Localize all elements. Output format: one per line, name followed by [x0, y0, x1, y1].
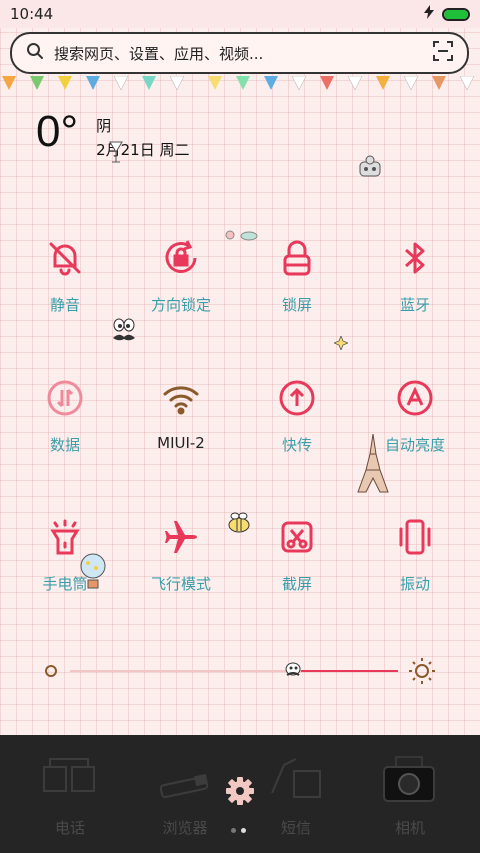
toggle-label: 方向锁定 [150, 296, 211, 314]
dock-messages[interactable]: 短信 [246, 753, 346, 838]
flashlight-icon [45, 517, 85, 557]
toggle-data[interactable]: 数据 [5, 378, 125, 478]
toggle-wifi[interactable]: MIUI-2 [121, 378, 241, 478]
browser-icon [159, 773, 209, 799]
clock: 10:44 [10, 5, 54, 23]
airplane-icon [161, 517, 201, 557]
dock-phone[interactable]: 电话 [20, 753, 120, 838]
toggle-label: 手电筒 [42, 575, 88, 593]
battery-fill [444, 9, 468, 19]
page-dot [231, 828, 236, 833]
phone-icon [43, 758, 95, 792]
slider-thumb [285, 662, 301, 676]
wifi-icon [161, 378, 201, 418]
brightness-low-icon [45, 665, 57, 677]
scan-icon[interactable] [433, 41, 453, 65]
vibrate-icon [395, 517, 435, 557]
toggle-screenshot[interactable]: 截屏 [237, 517, 357, 617]
page-indicator [231, 828, 246, 833]
toggle-rotation-lock[interactable]: 方向锁定 [121, 238, 241, 338]
toggle-lock[interactable]: 锁屏 [237, 238, 357, 338]
page-dot [241, 828, 246, 833]
auto-brightness-icon [395, 378, 435, 418]
messages-icon [271, 758, 321, 798]
glass-doodle-icon [109, 141, 123, 163]
toggle-label: 快传 [281, 436, 312, 454]
toggle-airplane[interactable]: 飞行模式 [121, 517, 241, 617]
search-placeholder: 搜索网页、设置、应用、视频... [54, 44, 264, 63]
status-bar: 10:44 [0, 0, 480, 28]
dock-camera[interactable]: 相机 [360, 753, 460, 838]
quick-transfer-icon [277, 378, 317, 418]
gear-icon[interactable] [224, 775, 256, 807]
toggle-label: 自动亮度 [384, 436, 445, 454]
weather-condition: 阴 [96, 117, 112, 135]
brightness-slider-graphic[interactable] [40, 656, 440, 686]
sparkle-doodle-icon [334, 336, 348, 350]
battery-icon [442, 7, 470, 21]
toggle-label: 数据 [49, 436, 80, 454]
robot-doodle-icon [359, 155, 381, 177]
toggle-quick-transfer[interactable]: 快传 [237, 378, 357, 478]
toggle-label: 静音 [49, 296, 80, 314]
toggle-flashlight[interactable]: 手电筒 [5, 517, 125, 617]
bunting-decoration [2, 76, 475, 91]
charging-icon [424, 5, 434, 23]
camera-icon [383, 756, 435, 802]
lock-icon [277, 238, 317, 278]
data-icon [45, 378, 85, 418]
toggle-label: 截屏 [281, 575, 312, 593]
bluetooth-icon [395, 238, 435, 278]
toggle-label: 锁屏 [281, 296, 312, 314]
dock-browser[interactable]: 浏览器 [135, 753, 235, 838]
screenshot-icon [277, 517, 317, 557]
toggle-label: MIUI-2 [157, 434, 205, 452]
brightness-slider[interactable] [40, 656, 440, 686]
toggle-bell-off[interactable]: 静音 [5, 238, 125, 338]
toggle-vibrate[interactable]: 振动 [355, 517, 475, 617]
bell-off-icon [45, 238, 85, 278]
toggle-label: 飞行模式 [150, 575, 211, 593]
toggle-auto-brightness[interactable]: 自动亮度 [355, 378, 475, 478]
rotation-lock-icon [161, 238, 201, 278]
toggle-label: 蓝牙 [399, 296, 430, 314]
toggle-bluetooth[interactable]: 蓝牙 [355, 238, 475, 338]
toggle-label: 振动 [399, 575, 430, 593]
temperature: 0° [36, 107, 79, 156]
brightness-high-icon [409, 658, 435, 684]
search-bar[interactable]: 搜索网页、设置、应用、视频... [10, 32, 469, 74]
search-icon [26, 42, 44, 64]
